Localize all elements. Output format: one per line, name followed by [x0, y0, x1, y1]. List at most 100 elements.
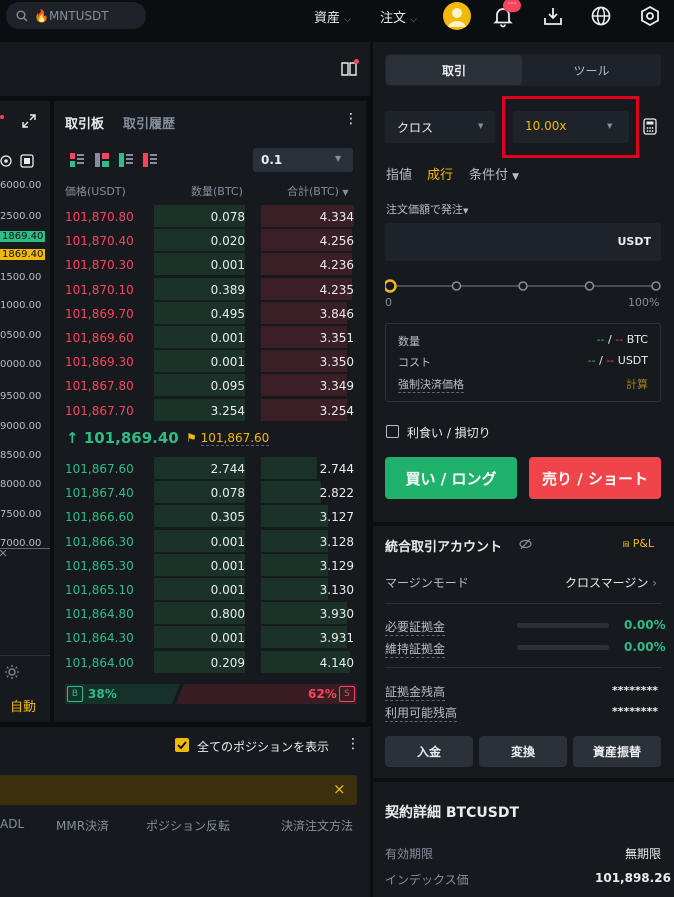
search-icon — [16, 10, 28, 21]
mark-price[interactable]: ⚑ 101,867.60 — [186, 431, 270, 446]
book-asks-icon[interactable] — [143, 153, 157, 167]
account-title: 統合取引アカウント — [385, 540, 503, 555]
language-button[interactable] — [589, 4, 613, 28]
col-total[interactable]: 合計(BTC) ▼ — [287, 183, 349, 199]
initial-margin-bar — [517, 623, 609, 628]
liquidation-price-label: 強制決済価格 — [398, 378, 464, 393]
col-mmr-close: MMR決済 — [56, 819, 110, 833]
amount-slider[interactable] — [383, 278, 661, 294]
chevron-down-icon: ⌵ — [344, 15, 351, 25]
liquidation-price-calc[interactable]: 計算 — [626, 376, 648, 392]
buy-long-button[interactable]: 買い / ロング — [385, 457, 517, 499]
notification-bell[interactable]: ⋯ — [491, 0, 521, 28]
margin-mode-select[interactable]: クロス ▼ — [385, 111, 495, 143]
target-icon[interactable] — [0, 154, 14, 168]
index-price-label: インデックス価 — [385, 873, 469, 887]
axis-tick-label: 8000.00 — [0, 479, 42, 490]
calculator-icon[interactable] — [643, 118, 657, 135]
notice-banner: × — [0, 775, 357, 805]
last-price: ↑ 101,869.40 — [66, 429, 179, 447]
tpsl-checkbox[interactable] — [386, 425, 399, 438]
expand-icon[interactable] — [21, 113, 37, 129]
order-summary-box: 数量 -- / -- BTC コスト -- / -- USDT 強制決済価格 計… — [385, 323, 661, 402]
cursor-x-icon — [0, 550, 7, 557]
download-icon — [544, 8, 562, 25]
expiry-label: 有効期限 — [385, 847, 434, 861]
axis-tick-label: 1500.00 — [0, 272, 42, 283]
tab-trade[interactable]: 取引 — [386, 55, 522, 85]
cost-value: -- / -- USDT — [587, 354, 648, 367]
convert-button[interactable]: 変換 — [479, 736, 567, 767]
user-icon — [448, 8, 466, 27]
axis-tick-label: 9000.00 — [0, 421, 42, 432]
axis-tick-label: 9500.00 — [0, 391, 42, 402]
gear-icon[interactable] — [4, 664, 20, 680]
caret-down-icon: ▼ — [512, 172, 520, 182]
tab-tools[interactable]: ツール — [523, 55, 660, 85]
show-all-positions-checkbox[interactable] — [175, 738, 189, 752]
order-type-limit[interactable]: 指値 — [386, 164, 412, 183]
maintenance-margin-value: 0.00% — [624, 640, 666, 654]
slider-step-dot — [584, 281, 595, 291]
tab-trade-history[interactable]: 取引履歴 — [123, 113, 175, 132]
sell-short-button[interactable]: 売り / ショート — [529, 457, 661, 499]
caret-down-icon: ▼ — [335, 154, 342, 163]
auto-scale-toggle[interactable]: 自動 — [10, 696, 36, 715]
divider — [385, 603, 661, 604]
buy-percent: 38% — [88, 687, 117, 701]
caret-down-icon: ▼ — [478, 122, 484, 130]
avatar[interactable] — [443, 2, 471, 30]
order-type-conditional[interactable]: 条件付 ▼ — [469, 164, 519, 183]
nav-assets[interactable]: 資産 ⌵ — [314, 7, 351, 26]
screenshot-icon[interactable] — [20, 154, 34, 168]
col-close-method: 決済注文方法 — [281, 819, 354, 833]
check-icon — [177, 741, 187, 750]
eye-off-icon[interactable] — [519, 538, 532, 550]
slider-min-label: 0 — [385, 296, 392, 309]
margin-balance-label: 証拠金残高 — [385, 685, 446, 701]
slider-step-dot — [518, 281, 528, 291]
axis-tick-label: 0500.00 — [0, 330, 42, 341]
order-type-market[interactable]: 成行 — [427, 164, 453, 183]
buy-badge: B — [67, 686, 83, 702]
order-value-input[interactable]: USDT — [385, 223, 661, 261]
close-icon[interactable]: × — [333, 780, 346, 798]
qty-label: 数量 — [398, 335, 420, 348]
axis-tick-label: 1000.00 — [0, 300, 42, 311]
book-buy-sell-icon[interactable] — [95, 153, 109, 167]
axis-tick-label: 1869.40 — [0, 231, 46, 242]
settings-button[interactable] — [638, 4, 662, 28]
margin-mode-value[interactable]: クロスマージン › — [565, 574, 657, 591]
deposit-button[interactable]: 入金 — [385, 736, 473, 767]
maintenance-margin-label: 維持証拠金 — [385, 642, 446, 658]
account-panel: 統合取引アカウント ⩎ P&L マージンモード クロスマージン › 必要証拠金 … — [373, 526, 674, 778]
sell-badge: S — [339, 686, 355, 702]
show-all-positions-label: 全てのポジションを表示 — [197, 740, 330, 754]
highlight-box — [502, 96, 639, 158]
expiry-value: 無期限 — [625, 847, 662, 861]
arrow-up-icon: ↑ — [66, 429, 79, 447]
pnl-link[interactable]: ⩎ P&L — [623, 537, 654, 551]
download-button[interactable] — [541, 4, 565, 28]
tab-orderbook[interactable]: 取引板 — [65, 113, 104, 132]
symbol-search[interactable]: 🔥MNTUSDT — [6, 2, 146, 29]
nav-orders[interactable]: 注文 ⌵ — [380, 7, 417, 26]
book-bids-icon[interactable] — [119, 153, 133, 167]
more-options-icon[interactable]: ⋮ — [344, 111, 358, 127]
precision-select[interactable]: 0.1 ▼ — [253, 148, 353, 172]
transfer-button[interactable]: 資産振替 — [573, 736, 661, 767]
axis-tick-label: 8500.00 — [0, 450, 42, 461]
chart-dot — [0, 115, 4, 119]
book-icon[interactable] — [341, 62, 357, 76]
globe-icon — [591, 6, 611, 26]
search-text: 🔥MNTUSDT — [34, 8, 109, 23]
slider-track — [383, 279, 661, 293]
order-by-select[interactable]: 注文価額で発注▼ — [386, 201, 468, 217]
axis-divider — [0, 655, 50, 656]
axis-tick-label: 7500.00 — [0, 509, 42, 520]
chevron-down-icon: ⌵ — [410, 15, 417, 25]
chevron-right-icon: › — [652, 576, 658, 590]
caret-down-icon: ▼ — [342, 188, 349, 197]
more-options-icon[interactable]: ⋮ — [346, 736, 360, 752]
book-both-icon[interactable] — [70, 153, 84, 167]
